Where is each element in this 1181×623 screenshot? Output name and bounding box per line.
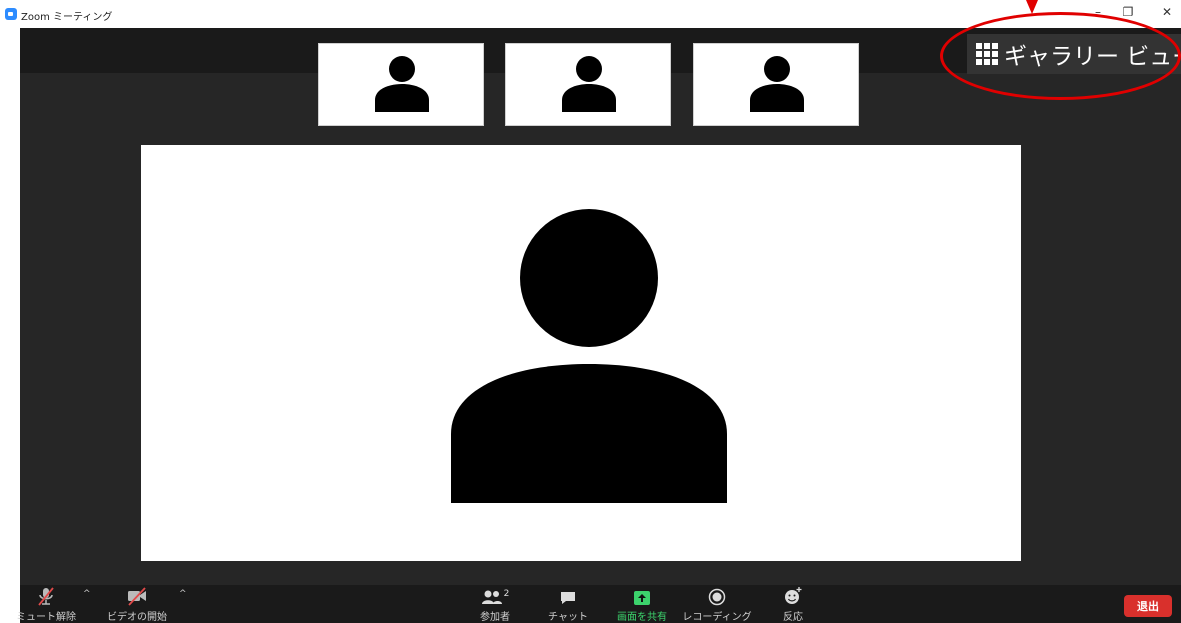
participants-label: 参加者	[480, 612, 510, 623]
zoom-logo-icon	[5, 8, 17, 20]
audio-options-caret[interactable]: ^	[83, 589, 91, 599]
share-screen-button[interactable]: 画面を共有	[607, 585, 677, 623]
chat-button[interactable]: チャット	[538, 585, 598, 623]
start-video-button[interactable]: ビデオの開始	[97, 585, 177, 623]
unmute-button[interactable]: ミュート解除	[6, 585, 86, 623]
unmute-label: ミュート解除	[16, 612, 76, 623]
start-video-label: ビデオの開始	[107, 612, 167, 623]
chat-icon	[559, 585, 577, 606]
participants-count: 2	[503, 589, 510, 599]
chat-label: チャット	[548, 612, 588, 623]
record-icon	[708, 585, 726, 606]
share-screen-label: 画面を共有	[617, 612, 667, 623]
video-off-icon	[126, 585, 148, 606]
leave-meeting-button[interactable]: 退出	[1124, 595, 1172, 617]
highlight-ellipse	[940, 12, 1181, 100]
participant-thumbnail[interactable]	[318, 43, 484, 126]
participant-thumbnail[interactable]	[693, 43, 859, 126]
video-options-caret[interactable]: ^	[179, 589, 187, 599]
meeting-toolbar: ミュート解除 ^ ビデオの開始 ^ 2 参加者 チャット 画面を共有 レコーディ…	[16, 585, 1181, 623]
close-button[interactable]: ✕	[1156, 5, 1178, 19]
person-icon	[750, 56, 804, 112]
window-title: Zoom ミーティング	[21, 12, 113, 23]
record-label: レコーディング	[682, 612, 752, 623]
participants-icon: 2	[481, 585, 510, 606]
person-icon	[451, 209, 727, 503]
reactions-button[interactable]: 反応	[768, 585, 818, 623]
person-icon	[562, 56, 616, 112]
participant-thumbnail[interactable]	[505, 43, 671, 126]
reaction-emoji-icon	[783, 585, 803, 606]
person-icon	[375, 56, 429, 112]
active-speaker-video[interactable]	[141, 145, 1021, 561]
meeting-area: ギャラリー ビュー ミュート解除 ^ ビデオの開始 ^ 2 参加者 チャット 画…	[16, 28, 1181, 623]
share-screen-icon	[633, 585, 651, 606]
reactions-label: 反応	[783, 612, 803, 623]
microphone-muted-icon	[36, 585, 56, 606]
record-button[interactable]: レコーディング	[682, 585, 752, 623]
participants-button[interactable]: 2 参加者	[465, 585, 525, 623]
